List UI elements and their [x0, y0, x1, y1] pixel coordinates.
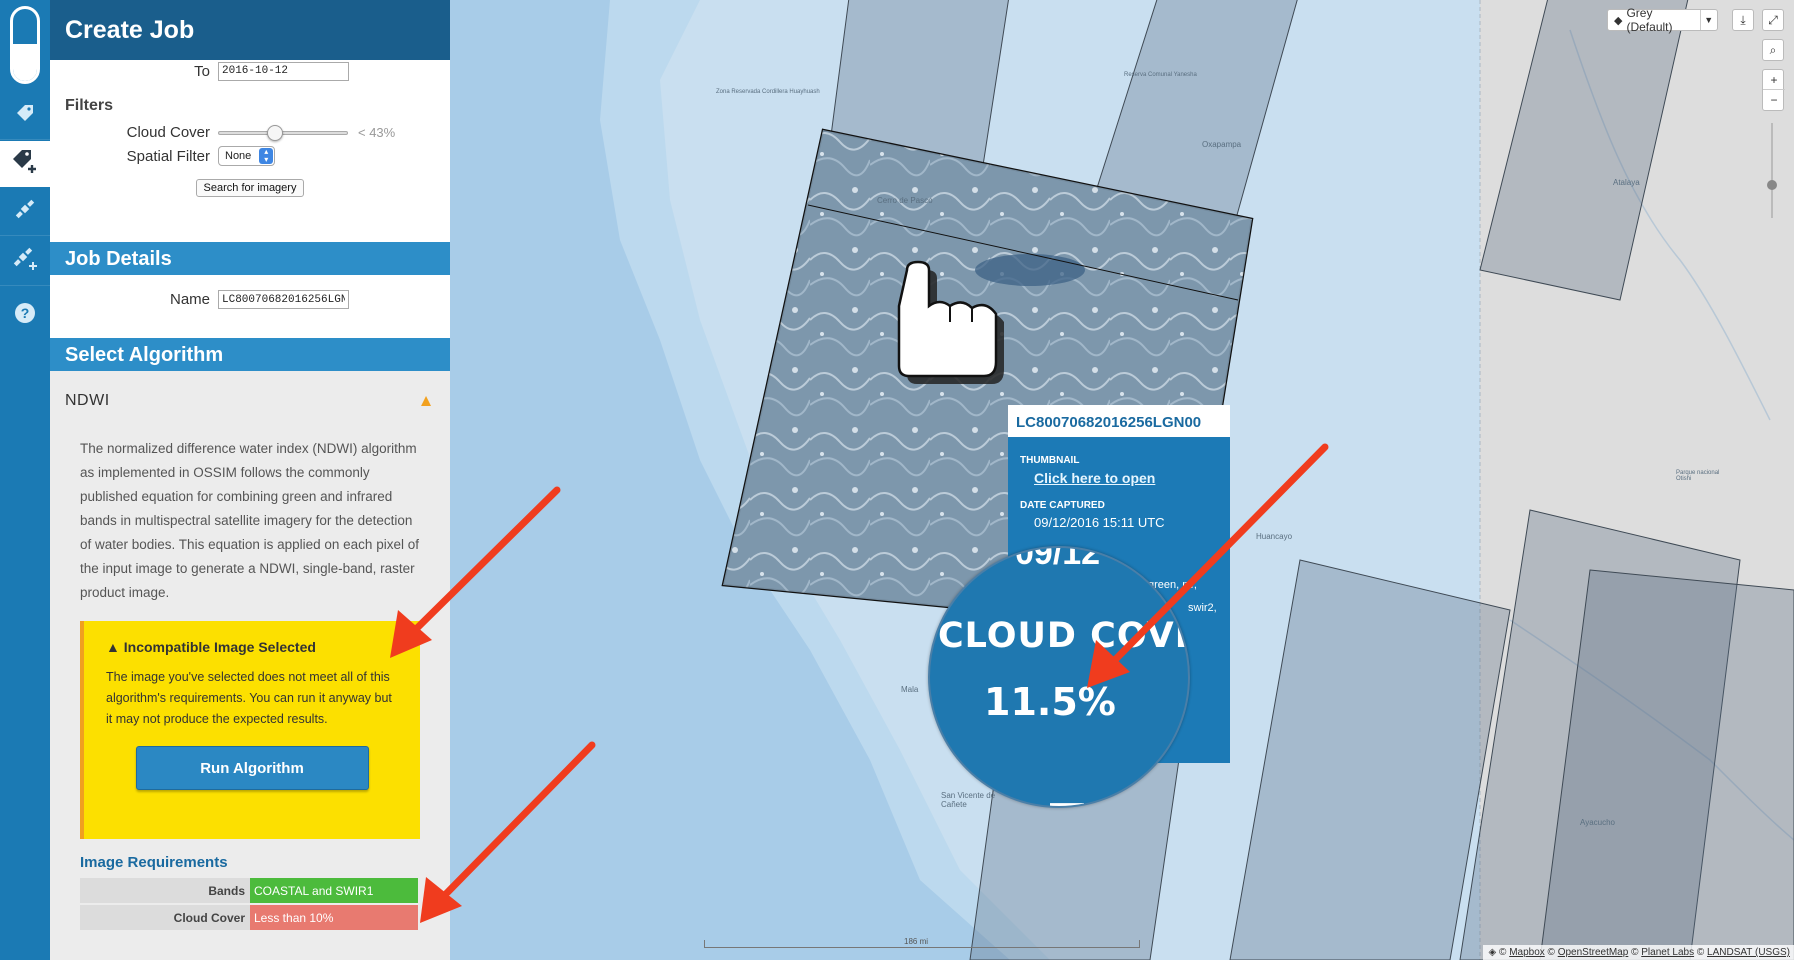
svg-text:?: ? [21, 305, 30, 321]
map-place-label: Atalaya [1613, 178, 1640, 187]
image-requirements-title: Image Requirements [80, 854, 228, 871]
algorithm-item[interactable]: NDWI ▲ [50, 371, 450, 431]
fullscreen-button[interactable]: ⤢ [1762, 9, 1784, 31]
create-job-panel: Create Job To Filters Cloud Cover < 43% … [50, 0, 450, 960]
filters-title: Filters [65, 97, 114, 114]
satellite-icon [13, 197, 37, 227]
magnifier-top-fragment: 09/12 [1015, 546, 1101, 572]
map-place-label: Cerro de Pasco [877, 196, 933, 205]
thumbnail-label: THUMBNAIL [1020, 455, 1080, 466]
tag-icon [14, 102, 36, 130]
filters-block: To Filters Cloud Cover < 43% Spatial Fil… [50, 60, 450, 242]
name-label: Name [169, 291, 210, 308]
map-place-label: Mala [901, 685, 919, 694]
panel-title: Create Job [50, 0, 450, 60]
map-place-label: Parque nacional Otishi [1676, 470, 1720, 482]
zoom-control: + − [1762, 69, 1785, 111]
zoom-slider[interactable] [1771, 123, 1773, 218]
algorithm-description: The normalized difference water index (N… [80, 441, 419, 600]
zoom-slider-handle[interactable] [1767, 180, 1777, 190]
run-algorithm-button[interactable]: Run Algorithm [135, 746, 369, 790]
map-place-label: Ayacucho [1580, 818, 1615, 827]
expand-icon: ⤢ [1768, 12, 1778, 27]
left-navbar: ? [0, 0, 50, 960]
basemap-select[interactable]: ◆ Grey (Default) ▼ [1607, 6, 1718, 34]
nav-create-product-line[interactable] [0, 238, 50, 286]
app-logo[interactable] [0, 0, 50, 90]
map-search-button[interactable]: ⌕ [1762, 39, 1784, 61]
nav-create-job[interactable] [0, 141, 50, 187]
incompatible-title: Incompatible Image Selected [123, 639, 316, 655]
thumbnail-link[interactable]: Click here to open [1034, 470, 1155, 486]
capsule-logo-icon [10, 6, 40, 84]
help-icon: ? [14, 302, 36, 330]
search-icon: ⌕ [1769, 42, 1777, 57]
magnifier-lens: 09/12 CLOUD COVER 11.5% — [928, 546, 1190, 808]
chevron-down-icon: ▼ [1699, 10, 1717, 30]
requirement-row: Cloud Cover Less than 10% [80, 905, 418, 930]
requirements-table: Bands COASTAL and SWIR1 Cloud Cover Less… [80, 878, 418, 930]
job-details-header: Job Details [50, 242, 450, 275]
map-place-label: Huancayo [1256, 532, 1293, 541]
job-details-block: Name [50, 275, 450, 338]
cloud-cover-value: < 43% [358, 125, 396, 140]
spatial-filter-label: Spatial Filter [126, 147, 210, 165]
search-imagery-button[interactable]: Search for imagery [195, 179, 305, 197]
attribution-landsat[interactable]: LANDSAT (USGS) [1707, 947, 1790, 958]
nav-help[interactable]: ? [0, 292, 50, 340]
requirement-value: COASTAL and SWIR1 [250, 878, 418, 903]
slider-thumb[interactable] [267, 124, 284, 141]
date-captured-label: DATE CAPTURED [1020, 500, 1105, 511]
requirement-row: Bands COASTAL and SWIR1 [80, 878, 418, 903]
map-place-label: San Vicente de Cañete [941, 791, 996, 809]
algorithm-name: NDWI [65, 392, 110, 409]
add-satellite-icon [11, 245, 39, 279]
cloud-cover-slider[interactable] [218, 124, 348, 141]
popup-title: LC80070682016256LGN00 [1008, 405, 1230, 437]
select-algorithm-header: Select Algorithm [50, 338, 450, 371]
scale-label: 186 mi [904, 937, 929, 946]
mapbox-logo-icon: ◈ [1488, 947, 1497, 958]
attribution-osm[interactable]: OpenStreetMap [1558, 947, 1629, 958]
map-place-label: Zona Reservada Cordillera Huayhuash [716, 89, 820, 95]
requirement-key: Bands [80, 878, 250, 903]
job-name-input[interactable] [218, 290, 349, 309]
layers-icon: ◆ [1614, 14, 1623, 27]
zoom-in-button[interactable]: + [1763, 70, 1785, 90]
magnifier-cloud-cover-value: 11.5% [984, 680, 1116, 724]
incompatible-warning: ▲ Incompatible Image Selected The image … [80, 621, 420, 839]
spatial-filter-select[interactable]: None ▴ ▾ [218, 146, 276, 166]
requirement-key: Cloud Cover [80, 905, 250, 930]
attribution-planet[interactable]: Planet Labs [1641, 947, 1694, 958]
map-place-label: Reserva Comunal Yanesha [1124, 72, 1197, 78]
alert-triangle-icon: ▲ [106, 639, 124, 655]
magnifier-cloud-cover-label: CLOUD COVER [938, 616, 1188, 656]
magnifier-bottom-fragment: — [1050, 784, 1084, 808]
incompatible-text: The image you've selected does not meet … [106, 670, 392, 726]
date-to-label: To [194, 62, 210, 80]
select-arrows-icon: ▴ ▾ [259, 148, 274, 164]
date-to-input[interactable] [218, 61, 349, 81]
attribution-mapbox[interactable]: Mapbox [1509, 947, 1545, 958]
map-place-label: Oxapampa [1202, 140, 1242, 149]
cloud-cover-label: Cloud Cover [126, 124, 210, 141]
add-job-icon [10, 146, 40, 182]
basemap-select-value: Grey (Default) [1626, 6, 1673, 34]
requirement-value: Less than 10% [250, 905, 418, 930]
date-captured-value: 09/12/2016 15:11 UTC [1034, 515, 1165, 530]
nav-product-lines[interactable] [0, 188, 50, 236]
download-icon: ⤓ [1740, 12, 1746, 27]
nav-jobs[interactable] [0, 92, 50, 140]
zoom-out-button[interactable]: − [1763, 90, 1785, 110]
map-attribution: ◈ © Mapbox © OpenStreetMap © Planet Labs… [1482, 945, 1794, 960]
app-root: ? Create Job To Filters Cloud Cover < 43… [0, 0, 1794, 960]
spatial-filter-value: None [225, 150, 252, 162]
bands-fragment: swir2, [1188, 602, 1217, 614]
warning-icon: ▲ [417, 391, 435, 410]
download-button[interactable]: ⤓ [1732, 9, 1754, 31]
